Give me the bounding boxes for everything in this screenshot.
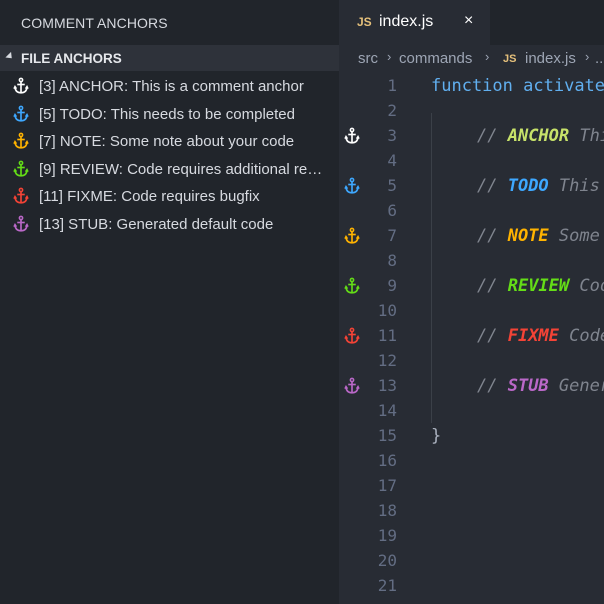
anchor-icon: [13, 105, 29, 122]
line-number: 11: [377, 326, 397, 345]
code-line-9: // REVIEW Code requires additional revie…: [477, 276, 604, 296]
comment-prefix: //: [477, 376, 508, 396]
comment-tag: ANCHOR: [507, 126, 570, 146]
line-number: 8: [387, 251, 397, 270]
comment-text: Code requires bugfix: [569, 326, 604, 346]
indent-guide: [431, 113, 432, 423]
line-number: 10: [377, 301, 397, 320]
code-line-7: // NOTE Some note about your code: [477, 226, 604, 246]
gutter-anchor-icon[interactable]: [343, 227, 361, 245]
line-number: 2: [387, 101, 397, 120]
anchor-item-review[interactable]: [9] REVIEW: Code requires additional rev…: [0, 156, 339, 184]
chevron-right-icon: ›: [485, 49, 490, 64]
breadcrumb-more[interactable]: ...: [595, 50, 604, 67]
gutter-anchor-icon[interactable]: [343, 327, 361, 345]
anchor-item-label: [7] NOTE: Some note about your code: [39, 133, 295, 150]
tab-label: index.js: [379, 13, 434, 30]
line-number: 14: [377, 401, 397, 420]
comment-prefix: //: [477, 226, 508, 246]
anchor-item-stub[interactable]: [13] STUB: Generated default code: [0, 211, 339, 239]
comment-prefix: //: [477, 326, 508, 346]
comment-tag: FIXME: [507, 326, 559, 346]
anchor-item-anchor[interactable]: [3] ANCHOR: This is a comment anchor: [0, 73, 339, 101]
code-line-13: // STUB Generated default code: [477, 376, 604, 396]
anchor-icon: [13, 187, 29, 204]
anchor-item-fixme[interactable]: [11] FIXME: Code requires bugfix: [0, 183, 339, 211]
gutter-anchor-icon[interactable]: [343, 177, 361, 195]
line-number: 17: [377, 476, 397, 495]
code-area[interactable]: function activate } // ANCHOR This is a …: [419, 73, 604, 604]
comment-tag: TODO: [507, 176, 549, 196]
anchor-list: [3] ANCHOR: This is a comment anchor [5]…: [0, 73, 339, 238]
code-line-11: // FIXME Code requires bugfix: [477, 326, 604, 346]
line-number: 16: [377, 451, 397, 470]
line-number: 12: [377, 351, 397, 370]
gutter-anchor-icon[interactable]: [343, 127, 361, 145]
anchor-icon: [13, 160, 29, 177]
code-line-1: function activate: [431, 76, 604, 96]
line-number-gutter: 12345678910111213141516171819202122: [339, 73, 419, 604]
line-number: 4: [387, 151, 397, 170]
anchor-item-label: [3] ANCHOR: This is a comment anchor: [39, 78, 304, 95]
closing-brace: }: [431, 426, 442, 446]
editor-pane: JS index.js × src › commands › JS index.…: [339, 0, 604, 604]
line-number: 1: [387, 76, 397, 95]
breadcrumb-index-js[interactable]: index.js: [525, 50, 576, 67]
code-line-5: // TODO This needs to be completed: [477, 176, 604, 196]
tab-index-js[interactable]: JS index.js ×: [339, 0, 490, 45]
line-number: 19: [377, 526, 397, 545]
section-label: FILE ANCHORS: [21, 51, 122, 66]
line-number: 20: [377, 551, 397, 570]
comment-text: Code requires additional review: [579, 276, 604, 296]
anchor-item-label: [11] FIXME: Code requires bugfix: [39, 188, 260, 205]
sidebar-title: COMMENT ANCHORS: [21, 15, 168, 31]
line-number: 9: [387, 276, 397, 295]
anchor-item-note[interactable]: [7] NOTE: Some note about your code: [0, 128, 339, 156]
line-number: 13: [377, 376, 397, 395]
comment-tag: REVIEW: [507, 276, 570, 296]
anchor-icon: [13, 215, 29, 232]
anchor-item-label: [13] STUB: Generated default code: [39, 215, 274, 233]
file-anchors-section-header[interactable]: FILE ANCHORS: [0, 45, 339, 71]
anchor-item-label: [5] TODO: This needs to be completed: [39, 105, 295, 123]
gutter-anchor-icon[interactable]: [343, 277, 361, 295]
comment-text: This is a comment anchor: [579, 126, 604, 146]
breadcrumb-commands[interactable]: commands: [399, 50, 472, 67]
gutter-anchor-icon[interactable]: [343, 377, 361, 395]
anchor-icon: [13, 77, 29, 94]
tab-bar: JS index.js ×: [339, 0, 604, 45]
chevron-right-icon: ›: [387, 49, 392, 64]
comment-prefix: //: [477, 176, 508, 196]
anchor-item-label: [9] REVIEW: Code requires additional rev…: [39, 160, 327, 178]
collapse-caret-icon[interactable]: [5, 51, 15, 62]
js-file-icon: JS: [357, 15, 372, 29]
code-line-3: // ANCHOR This is a comment anchor: [477, 126, 604, 146]
line-number: 21: [377, 576, 397, 595]
comment-prefix: //: [477, 126, 508, 146]
breadcrumb-src[interactable]: src: [358, 50, 378, 67]
anchor-icon: [13, 132, 29, 149]
comment-tag: STUB: [507, 376, 549, 396]
anchor-item-todo[interactable]: [5] TODO: This needs to be completed: [0, 101, 339, 129]
comment-text: Generated default code: [558, 376, 604, 396]
code-line-15: }: [431, 426, 441, 446]
line-number: 6: [387, 201, 397, 220]
js-file-icon: JS: [503, 53, 517, 65]
comment-text: This needs to be completed: [558, 176, 604, 196]
line-number: 5: [387, 176, 397, 195]
line-number: 18: [377, 501, 397, 520]
comment-tag: NOTE: [507, 226, 549, 246]
line-number: 15: [377, 426, 397, 445]
breadcrumb: src › commands › JS index.js › ...: [339, 45, 604, 73]
comment-text: Some note about your code: [558, 226, 604, 246]
close-icon[interactable]: ×: [464, 12, 473, 30]
comment-anchors-sidebar: COMMENT ANCHORS FILE ANCHORS [3] ANCHOR:…: [0, 0, 339, 604]
line-number: 3: [387, 126, 397, 145]
line-number: 7: [387, 226, 397, 245]
comment-prefix: //: [477, 276, 508, 296]
function-keyword: function: [431, 76, 513, 96]
chevron-right-icon: ›: [585, 49, 590, 64]
function-name: activate: [523, 76, 604, 96]
